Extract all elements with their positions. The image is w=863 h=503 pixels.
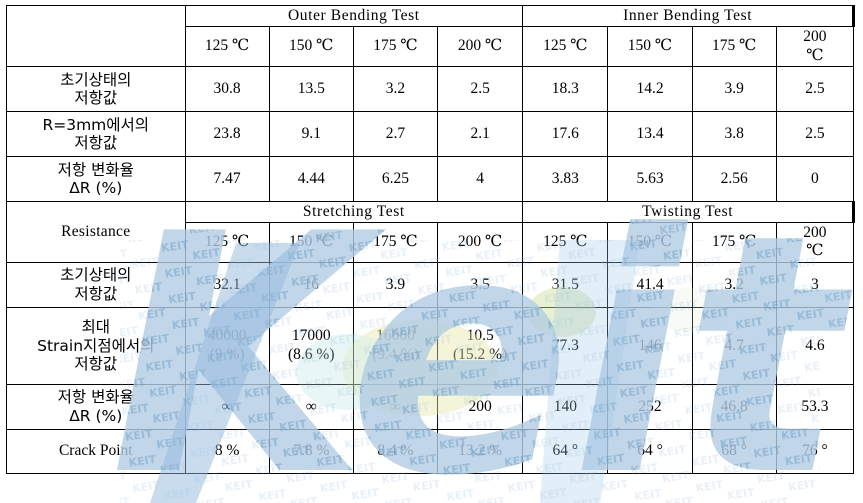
cell-tw-175-crack: 68 ° — [691, 428, 777, 474]
temp-header-outer-125: 125 ℃ — [184, 26, 270, 67]
table-page: KEIT KEIT Keit — [0, 0, 863, 503]
cell-st-175-crack: 8.4 % — [352, 428, 439, 474]
cell-ob-200-initial: 2.5 — [437, 65, 524, 112]
cell-ob-150-r3mm: 9.1 — [268, 110, 354, 157]
cell-ib-150-initial: 14.2 — [607, 65, 693, 112]
cell-ob-175-delta: 6.25 — [352, 155, 439, 202]
cell-ib-150-delta: 5.63 — [607, 155, 693, 202]
cell-tw-125-initial: 31.5 — [522, 261, 609, 308]
row-label-resistance-change-bending: 저항 변화율 ΔR (%) — [6, 155, 186, 202]
cell-ob-175-initial: 3.2 — [352, 65, 439, 112]
section-label-resistance: Resistance — [6, 200, 186, 263]
table-row: R=3mm에서의 저항값 23.8 9.1 2.7 2.1 17.6 13.4 … — [6, 110, 855, 157]
cell-ib-125-initial: 18.3 — [522, 65, 609, 112]
table-row-group-header-bottom: Resistance Stretching Test Twisting Test — [6, 200, 855, 263]
cell-st-125-delta: ∞ — [184, 383, 270, 430]
group-header-outer-bending-test: Outer Bending Test — [184, 4, 524, 28]
cell-st-200-maxstrain: 10.5 (15.2 %) — [437, 306, 524, 385]
temp-header-twist-175: 175 ℃ — [691, 222, 777, 263]
cell-st-175-maxstrain: 16000 (9.4 %) — [352, 306, 439, 385]
cell-tw-150-crack: 64 ° — [607, 428, 693, 474]
temp-header-stretch-175: 175 ℃ — [352, 222, 439, 263]
temp-header-twist-125: 125 ℃ — [522, 222, 609, 263]
cell-tw-200-maxstrain: 4.6 — [775, 306, 855, 385]
cell-st-200-crack: 13.2 % — [437, 428, 524, 474]
temp-header-inner-175: 175 ℃ — [691, 26, 777, 67]
cell-tw-200-crack: 76 ° — [775, 428, 855, 474]
cell-tw-150-initial: 41.4 — [607, 261, 693, 308]
cell-ob-150-delta: 4.44 — [268, 155, 354, 202]
table-row: 최대 Strain지점에서의 저항값 40000 (9 %) 17000 (8.… — [6, 306, 855, 385]
cell-ob-200-r3mm: 2.1 — [437, 110, 524, 157]
cell-st-150-initial: 16 — [268, 261, 354, 308]
resistance-results-table: Outer Bending Test Inner Bending Test 12… — [6, 4, 855, 474]
cell-st-125-initial: 32.1 — [184, 261, 270, 308]
group-header-twisting-test: Twisting Test — [522, 200, 855, 224]
cell-st-150-maxstrain: 17000 (8.6 %) — [268, 306, 354, 385]
cell-tw-125-crack: 64 ° — [522, 428, 609, 474]
cell-st-125-maxstrain: 40000 (9 %) — [184, 306, 270, 385]
row-label-crack-point: Crack Point — [6, 428, 186, 474]
cell-ob-125-delta: 7.47 — [184, 155, 270, 202]
temp-header-twist-200: 200 ℃ — [775, 222, 855, 263]
temp-header-inner-125: 125 ℃ — [522, 26, 609, 67]
cell-st-150-delta: ∞ — [268, 383, 354, 430]
cell-ib-175-initial: 3.9 — [691, 65, 777, 112]
cell-st-125-crack: 8 % — [184, 428, 270, 474]
cell-st-200-initial: 3.5 — [437, 261, 524, 308]
row-label-max-strain-resistance: 최대 Strain지점에서의 저항값 — [6, 306, 186, 385]
temp-header-stretch-200: 200 ℃ — [437, 222, 524, 263]
cell-tw-175-initial: 3.2 — [691, 261, 777, 308]
table-row-group-header-top: Outer Bending Test Inner Bending Test — [6, 4, 855, 67]
cell-st-150-crack: 7.8 % — [268, 428, 354, 474]
cell-ib-200-initial: 2.5 — [775, 65, 855, 112]
temp-header-inner-150: 150 ℃ — [607, 26, 693, 67]
cell-ib-125-delta: 3.83 — [522, 155, 609, 202]
cell-ob-175-r3mm: 2.7 — [352, 110, 439, 157]
cell-ob-150-initial: 13.5 — [268, 65, 354, 112]
row-label-r3mm-resistance: R=3mm에서의 저항값 — [6, 110, 186, 157]
cell-ob-125-r3mm: 23.8 — [184, 110, 270, 157]
table-row: 저항 변화율 ΔR (%) ∞ ∞ ∞ 200 140 252 46.8 53.… — [6, 383, 855, 430]
row-label-initial-resistance-stretch: 초기상태의 저항값 — [6, 261, 186, 308]
row-label-resistance-change-stretch: 저항 변화율 ΔR (%) — [6, 383, 186, 430]
cell-tw-125-delta: 140 — [522, 383, 609, 430]
cell-tw-150-delta: 252 — [607, 383, 693, 430]
cell-tw-175-maxstrain: 4.7 — [691, 306, 777, 385]
cell-st-200-delta: 200 — [437, 383, 524, 430]
row-label-initial-resistance-bending: 초기상태의 저항값 — [6, 65, 186, 112]
temp-header-inner-200: 200 ℃ — [775, 26, 855, 67]
cell-ib-150-r3mm: 13.4 — [607, 110, 693, 157]
table-row: 초기상태의 저항값 32.1 16 3.9 3.5 31.5 41.4 3.2 … — [6, 261, 855, 308]
cell-st-175-initial: 3.9 — [352, 261, 439, 308]
temp-header-stretch-125: 125 ℃ — [184, 222, 270, 263]
temp-header-outer-150: 150 ℃ — [268, 26, 354, 67]
cell-ib-200-r3mm: 2.5 — [775, 110, 855, 157]
cell-tw-200-delta: 53.3 — [775, 383, 855, 430]
temp-header-outer-175: 175 ℃ — [352, 26, 439, 67]
temp-header-twist-150: 150 ℃ — [607, 222, 693, 263]
cell-tw-175-delta: 46.8 — [691, 383, 777, 430]
cell-ib-200-delta: 0 — [775, 155, 855, 202]
cell-ib-125-r3mm: 17.6 — [522, 110, 609, 157]
cell-ob-125-initial: 30.8 — [184, 65, 270, 112]
cell-tw-200-initial: 3 — [775, 261, 855, 308]
table-row: Crack Point 8 % 7.8 % 8.4 % 13.2 % 64 ° … — [6, 428, 855, 474]
cell-ob-200-delta: 4 — [437, 155, 524, 202]
temp-header-outer-200: 200 ℃ — [437, 26, 524, 67]
group-header-inner-bending-test: Inner Bending Test — [522, 4, 855, 28]
cell-tw-150-maxstrain: 146 — [607, 306, 693, 385]
table-row: 초기상태의 저항값 30.8 13.5 3.2 2.5 18.3 14.2 3.… — [6, 65, 855, 112]
table-row: 저항 변화율 ΔR (%) 7.47 4.44 6.25 4 3.83 5.63… — [6, 155, 855, 202]
cell-tw-125-maxstrain: 77.3 — [522, 306, 609, 385]
cell-st-175-delta: ∞ — [352, 383, 439, 430]
cell-ib-175-delta: 2.56 — [691, 155, 777, 202]
temp-header-stretch-150: 150 ℃ — [268, 222, 354, 263]
top-left-blank-cell — [6, 5, 186, 67]
group-header-stretching-test: Stretching Test — [184, 200, 524, 224]
cell-ib-175-r3mm: 3.8 — [691, 110, 777, 157]
